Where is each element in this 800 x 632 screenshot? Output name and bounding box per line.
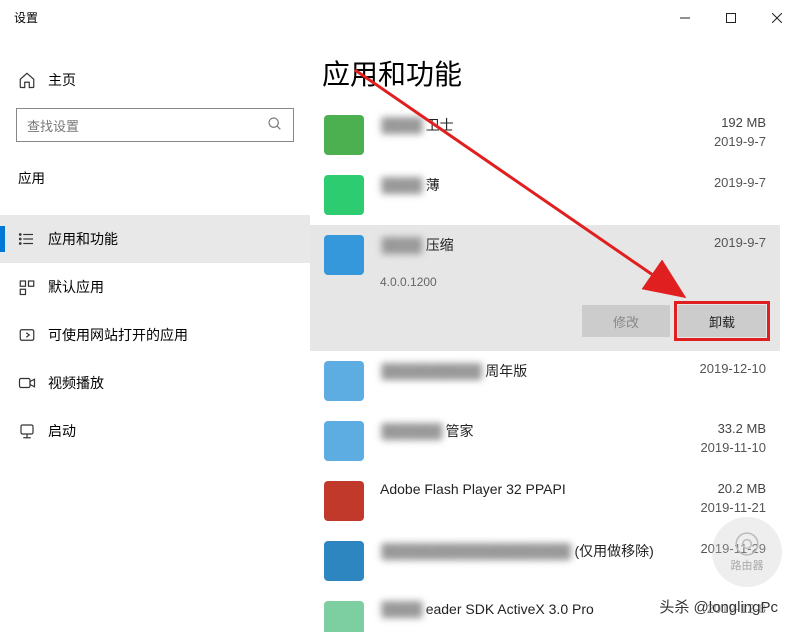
nav-item-label: 可使用网站打开的应用: [48, 325, 188, 345]
app-item[interactable]: ████卫士192 MB 2019-9-7: [310, 105, 780, 165]
section-title: 应用: [0, 167, 310, 187]
app-icon: [324, 175, 364, 215]
video-icon: [18, 374, 48, 392]
app-name: ██████████周年版: [380, 361, 700, 381]
app-item[interactable]: Adobe Flash Player 32 PPAPI20.2 MB 2019-1…: [310, 471, 780, 531]
search-icon: [267, 116, 283, 135]
app-icon: [324, 601, 364, 632]
search-input[interactable]: 查找设置: [16, 108, 294, 142]
app-action-row: 修改卸载: [310, 299, 780, 351]
app-name: ████卫士: [380, 115, 714, 135]
app-icon: [324, 361, 364, 401]
maximize-button[interactable]: [708, 0, 754, 35]
app-item[interactable]: ████薄2019-9-7: [310, 165, 780, 225]
app-size: 20.2 MB: [700, 481, 766, 496]
app-item[interactable]: ██████████周年版2019-12-10: [310, 351, 780, 411]
app-date: 2019-11-10: [700, 440, 766, 455]
app-icon: [324, 481, 364, 521]
list-icon: [18, 230, 48, 248]
window-title: 设置: [14, 9, 38, 26]
search-placeholder: 查找设置: [27, 116, 79, 135]
home-link[interactable]: 主页: [0, 60, 310, 100]
app-icon: [324, 541, 364, 581]
nav-startup[interactable]: 启动: [0, 407, 310, 455]
watermark-logo: 路由器: [712, 517, 782, 587]
app-icon: [324, 115, 364, 155]
nav-apps-features[interactable]: 应用和功能: [0, 215, 310, 263]
app-icon: [324, 421, 364, 461]
app-date: 2019-12-10: [700, 361, 767, 376]
app-name: ████压缩: [380, 235, 714, 255]
app-date: 2019-9-7: [714, 134, 766, 149]
uninstall-button[interactable]: 卸载: [678, 305, 766, 337]
app-item[interactable]: ████压缩 4.0.0.1200 2019-9-7: [310, 225, 780, 299]
modify-button: 修改: [582, 305, 670, 337]
app-item[interactable]: ███████████████████(仅用做移除)2019-11-29: [310, 531, 780, 591]
titlebar: 设置: [0, 0, 800, 35]
home-icon: [18, 71, 48, 89]
nav-item-label: 默认应用: [48, 277, 104, 297]
home-label: 主页: [48, 70, 76, 90]
nav-item-label: 启动: [48, 421, 76, 441]
app-icon: [324, 235, 364, 275]
sidebar: 主页 查找设置 应用 应用和功能 默认应用 可使用网站打开的应用: [0, 35, 310, 632]
app-name: ███████████████████(仅用做移除): [380, 541, 700, 561]
app-date: 2019-9-7: [714, 235, 766, 250]
nav-item-label: 应用和功能: [48, 229, 118, 249]
app-name: ████薄: [380, 175, 714, 195]
app-size: 33.2 MB: [700, 421, 766, 436]
startup-icon: [18, 422, 48, 440]
nav-video[interactable]: 视频播放: [0, 359, 310, 407]
app-name: Adobe Flash Player 32 PPAPI: [380, 481, 700, 497]
watermark-text: 头杀 @longlingPc: [659, 596, 778, 617]
nav-web-apps[interactable]: 可使用网站打开的应用: [0, 311, 310, 359]
nav-item-label: 视频播放: [48, 373, 104, 393]
app-date: 2019-11-21: [700, 500, 766, 515]
app-date: 2019-9-7: [714, 175, 766, 190]
app-size: 192 MB: [714, 115, 766, 130]
close-button[interactable]: [754, 0, 800, 35]
app-list: ████卫士192 MB2019-9-7████薄2019-9-7████压缩4…: [310, 105, 780, 632]
minimize-button[interactable]: [662, 0, 708, 35]
page-title: 应用和功能: [322, 53, 780, 93]
app-name: ████eader SDK ActiveX 3.0 Pro: [380, 601, 707, 617]
nav-default-apps[interactable]: 默认应用: [0, 263, 310, 311]
link-icon: [18, 326, 48, 344]
app-version: 4.0.0.1200: [380, 275, 714, 289]
app-item[interactable]: ██████管家33.2 MB 2019-11-10: [310, 411, 780, 471]
app-name: ██████管家: [380, 421, 700, 441]
defaults-icon: [18, 278, 48, 296]
